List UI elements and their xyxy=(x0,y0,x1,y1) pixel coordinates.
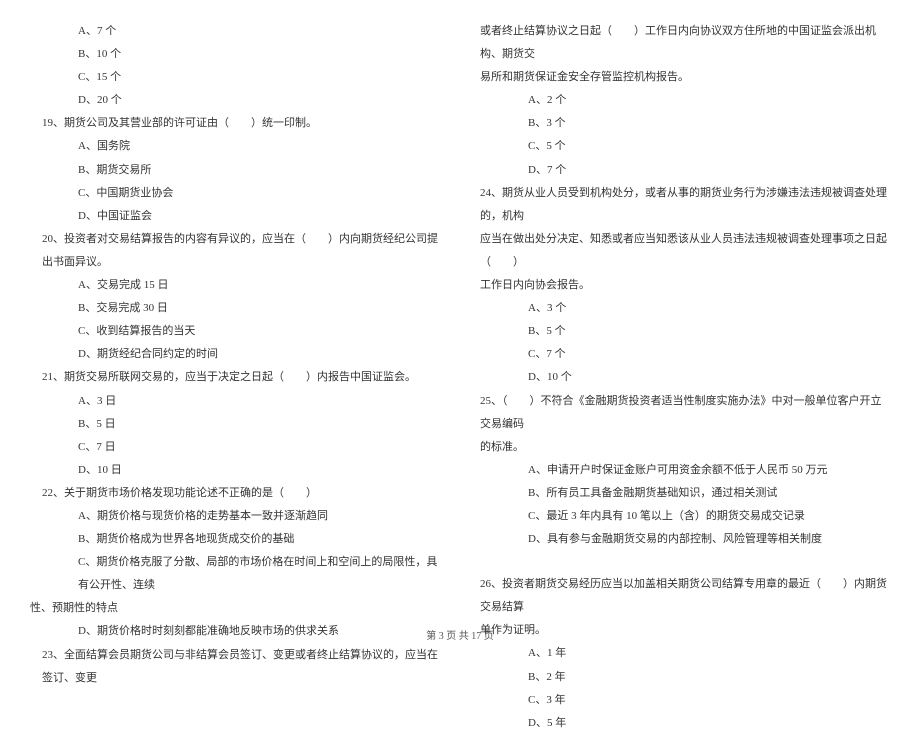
q20-option-c: C、收到结算报告的当天 xyxy=(30,320,440,343)
q24-line1: 24、期货从业人员受到机构处分，或者从事的期货业务行为涉嫌违法违规被调查处理的，… xyxy=(480,182,890,228)
q18-option-b: B、10 个 xyxy=(30,43,440,66)
q22-stem: 22、关于期货市场价格发现功能论述不正确的是（ ） xyxy=(30,482,440,505)
q21-option-d: D、10 日 xyxy=(30,459,440,482)
q25-option-d: D、具有参与金融期货交易的内部控制、风险管理等相关制度 xyxy=(480,528,890,551)
q23-option-d: D、7 个 xyxy=(480,159,890,182)
q23-option-a: A、2 个 xyxy=(480,89,890,112)
q22-option-c-cont: 性、预期性的特点 xyxy=(30,597,440,620)
q21-option-c: C、7 日 xyxy=(30,436,440,459)
q24-option-b: B、5 个 xyxy=(480,320,890,343)
right-column: 或者终止结算协议之日起（ ）工作日内向协议双方住所地的中国证监会派出机构、期货交… xyxy=(460,20,890,590)
q23-option-b: B、3 个 xyxy=(480,112,890,135)
q19-stem: 19、期货公司及其营业部的许可证由（ ）统一印制。 xyxy=(30,112,440,135)
page-footer: 第 3 页 共 17 页 xyxy=(0,627,920,642)
q21-option-a: A、3 日 xyxy=(30,390,440,413)
q26-option-b: B、2 年 xyxy=(480,666,890,689)
q18-option-a: A、7 个 xyxy=(30,20,440,43)
q26-line1: 26、投资者期货交易经历应当以加盖相关期货公司结算专用章的最近（ ）内期货交易结… xyxy=(480,573,890,619)
q25-line2: 的标准。 xyxy=(480,436,890,459)
q25-option-b: B、所有员工具备金融期货基础知识，通过相关测试 xyxy=(480,482,890,505)
q20-option-a: A、交易完成 15 日 xyxy=(30,274,440,297)
q25-line1: 25、（ ）不符合《金融期货投资者适当性制度实施办法》中对一般单位客户开立交易编… xyxy=(480,390,890,436)
q24-option-a: A、3 个 xyxy=(480,297,890,320)
q23-stem: 23、全面结算会员期货公司与非结算会员签订、变更或者终止结算协议的，应当在签订、… xyxy=(30,644,440,690)
q19-option-d: D、中国证监会 xyxy=(30,205,440,228)
q24-option-d: D、10 个 xyxy=(480,366,890,389)
q24-option-c: C、7 个 xyxy=(480,343,890,366)
q22-option-b: B、期货价格成为世界各地现货成交价的基础 xyxy=(30,528,440,551)
q22-option-a: A、期货价格与现货价格的走势基本一致并逐渐趋同 xyxy=(30,505,440,528)
q18-option-c: C、15 个 xyxy=(30,66,440,89)
q20-stem: 20、投资者对交易结算报告的内容有异议的，应当在（ ）内向期货经纪公司提出书面异… xyxy=(30,228,440,274)
q23-cont-line1: 或者终止结算协议之日起（ ）工作日内向协议双方住所地的中国证监会派出机构、期货交 xyxy=(480,20,890,66)
q22-option-c: C、期货价格克服了分散、局部的市场价格在时间上和空间上的局限性，具有公开性、连续 xyxy=(30,551,440,597)
q23-cont-line2: 易所和期货保证金安全存管监控机构报告。 xyxy=(480,66,890,89)
q24-line3: 工作日内向协会报告。 xyxy=(480,274,890,297)
q20-option-d: D、期货经纪合同约定的时间 xyxy=(30,343,440,366)
q19-option-b: B、期货交易所 xyxy=(30,159,440,182)
q26-option-c: C、3 年 xyxy=(480,689,890,712)
q21-option-b: B、5 日 xyxy=(30,413,440,436)
q26-option-d: D、5 年 xyxy=(480,712,890,735)
q19-option-a: A、国务院 xyxy=(30,135,440,158)
q23-option-c: C、5 个 xyxy=(480,135,890,158)
q20-option-b: B、交易完成 30 日 xyxy=(30,297,440,320)
q25-option-a: A、申请开户时保证金账户可用资金余额不低于人民币 50 万元 xyxy=(480,459,890,482)
q18-option-d: D、20 个 xyxy=(30,89,440,112)
q19-option-c: C、中国期货业协会 xyxy=(30,182,440,205)
exam-page: A、7 个 B、10 个 C、15 个 D、20 个 19、期货公司及其营业部的… xyxy=(0,0,920,620)
spacer xyxy=(480,551,890,573)
q21-stem: 21、期货交易所联网交易的，应当于决定之日起（ ）内报告中国证监会。 xyxy=(30,366,440,389)
q26-option-a: A、1 年 xyxy=(480,642,890,665)
q24-line2: 应当在做出处分决定、知悉或者应当知悉该从业人员违法违规被调查处理事项之日起（ ） xyxy=(480,228,890,274)
left-column: A、7 个 B、10 个 C、15 个 D、20 个 19、期货公司及其营业部的… xyxy=(30,20,460,590)
q25-option-c: C、最近 3 年内具有 10 笔以上（含）的期货交易成交记录 xyxy=(480,505,890,528)
